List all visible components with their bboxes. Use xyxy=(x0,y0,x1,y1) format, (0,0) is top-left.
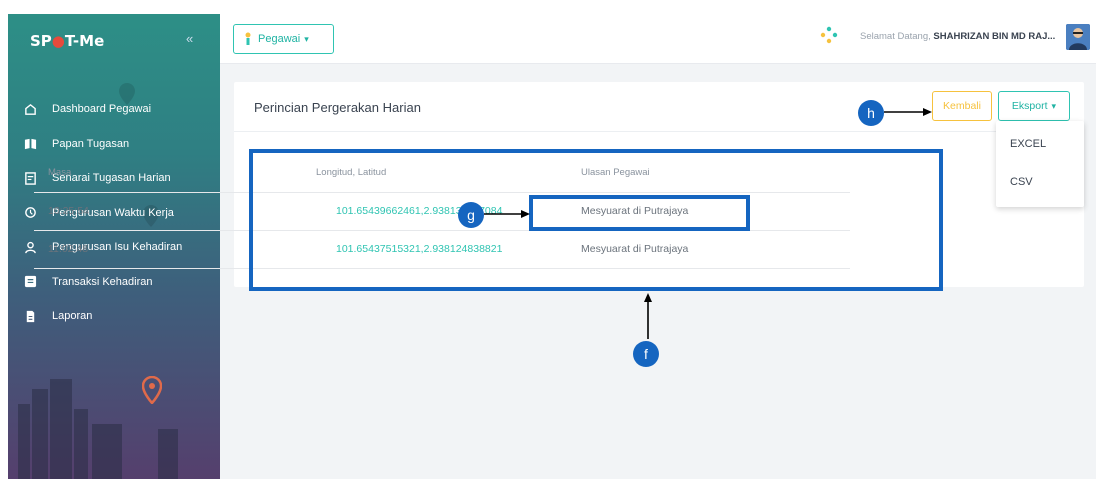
logo-pin-icon: ● xyxy=(51,32,65,50)
welcome-message: Selamat Datang, SHAHRIZAN BIN MD RAJ... xyxy=(860,31,1056,42)
app-logo[interactable]: SP●T-Me xyxy=(30,32,104,50)
export-excel-option[interactable]: EXCEL xyxy=(996,125,1084,163)
export-csv-option[interactable]: CSV xyxy=(996,163,1084,201)
sidebar-item-label: Transaksi Kehadiran xyxy=(52,275,153,288)
annotation-label-f: f xyxy=(633,341,659,367)
annotation-arrow-g xyxy=(484,210,530,218)
avatar[interactable] xyxy=(1066,24,1090,50)
sidebar-item-label: Laporan xyxy=(52,310,93,323)
sidebar-item-label: Papan Tugasan xyxy=(52,137,130,150)
city-skyline-illustration xyxy=(18,379,178,479)
role-switch-button[interactable]: Pegawai ▾ xyxy=(233,24,334,54)
annotation-box-g xyxy=(529,195,750,231)
export-dropdown-menu: EXCEL CSV xyxy=(996,121,1084,207)
export-button[interactable]: Eksport ▾ xyxy=(998,91,1070,121)
list-icon xyxy=(22,274,38,290)
annotation-arrow-h xyxy=(884,108,932,116)
annotation-label-g: g xyxy=(458,202,484,228)
collapse-sidebar-icon[interactable]: « xyxy=(186,31,193,46)
home-icon xyxy=(22,101,38,117)
sidebar-item-label: Dashboard Pegawai xyxy=(52,103,152,116)
card-header: Perincian Pergerakan Harian Kembali Eksp… xyxy=(234,82,1084,132)
sidebar-item-laporan[interactable]: Laporan xyxy=(8,299,220,334)
spinner-decoration-icon xyxy=(820,26,838,44)
top-bar: Pegawai ▾ Selamat Datang, SHAHRIZAN BIN … xyxy=(220,14,1096,64)
page-title: Perincian Pergerakan Harian xyxy=(254,100,421,115)
annotation-arrow-f xyxy=(644,293,652,339)
map-pin-red-icon xyxy=(142,376,162,404)
sidebar-item-dashboard[interactable]: Dashboard Pegawai xyxy=(8,92,220,127)
user-role-icon xyxy=(245,32,251,45)
annotation-label-h: h xyxy=(858,100,884,126)
chevron-down-icon: ▾ xyxy=(304,33,309,44)
user-name[interactable]: SHAHRIZAN BIN MD RAJ... xyxy=(933,31,1055,42)
sidebar-item-transaksi-kehadiran[interactable]: Transaksi Kehadiran xyxy=(8,265,220,300)
back-button[interactable]: Kembali xyxy=(932,91,992,121)
report-icon xyxy=(22,308,38,324)
chevron-down-icon: ▾ xyxy=(1051,100,1057,111)
book-icon xyxy=(22,136,38,152)
